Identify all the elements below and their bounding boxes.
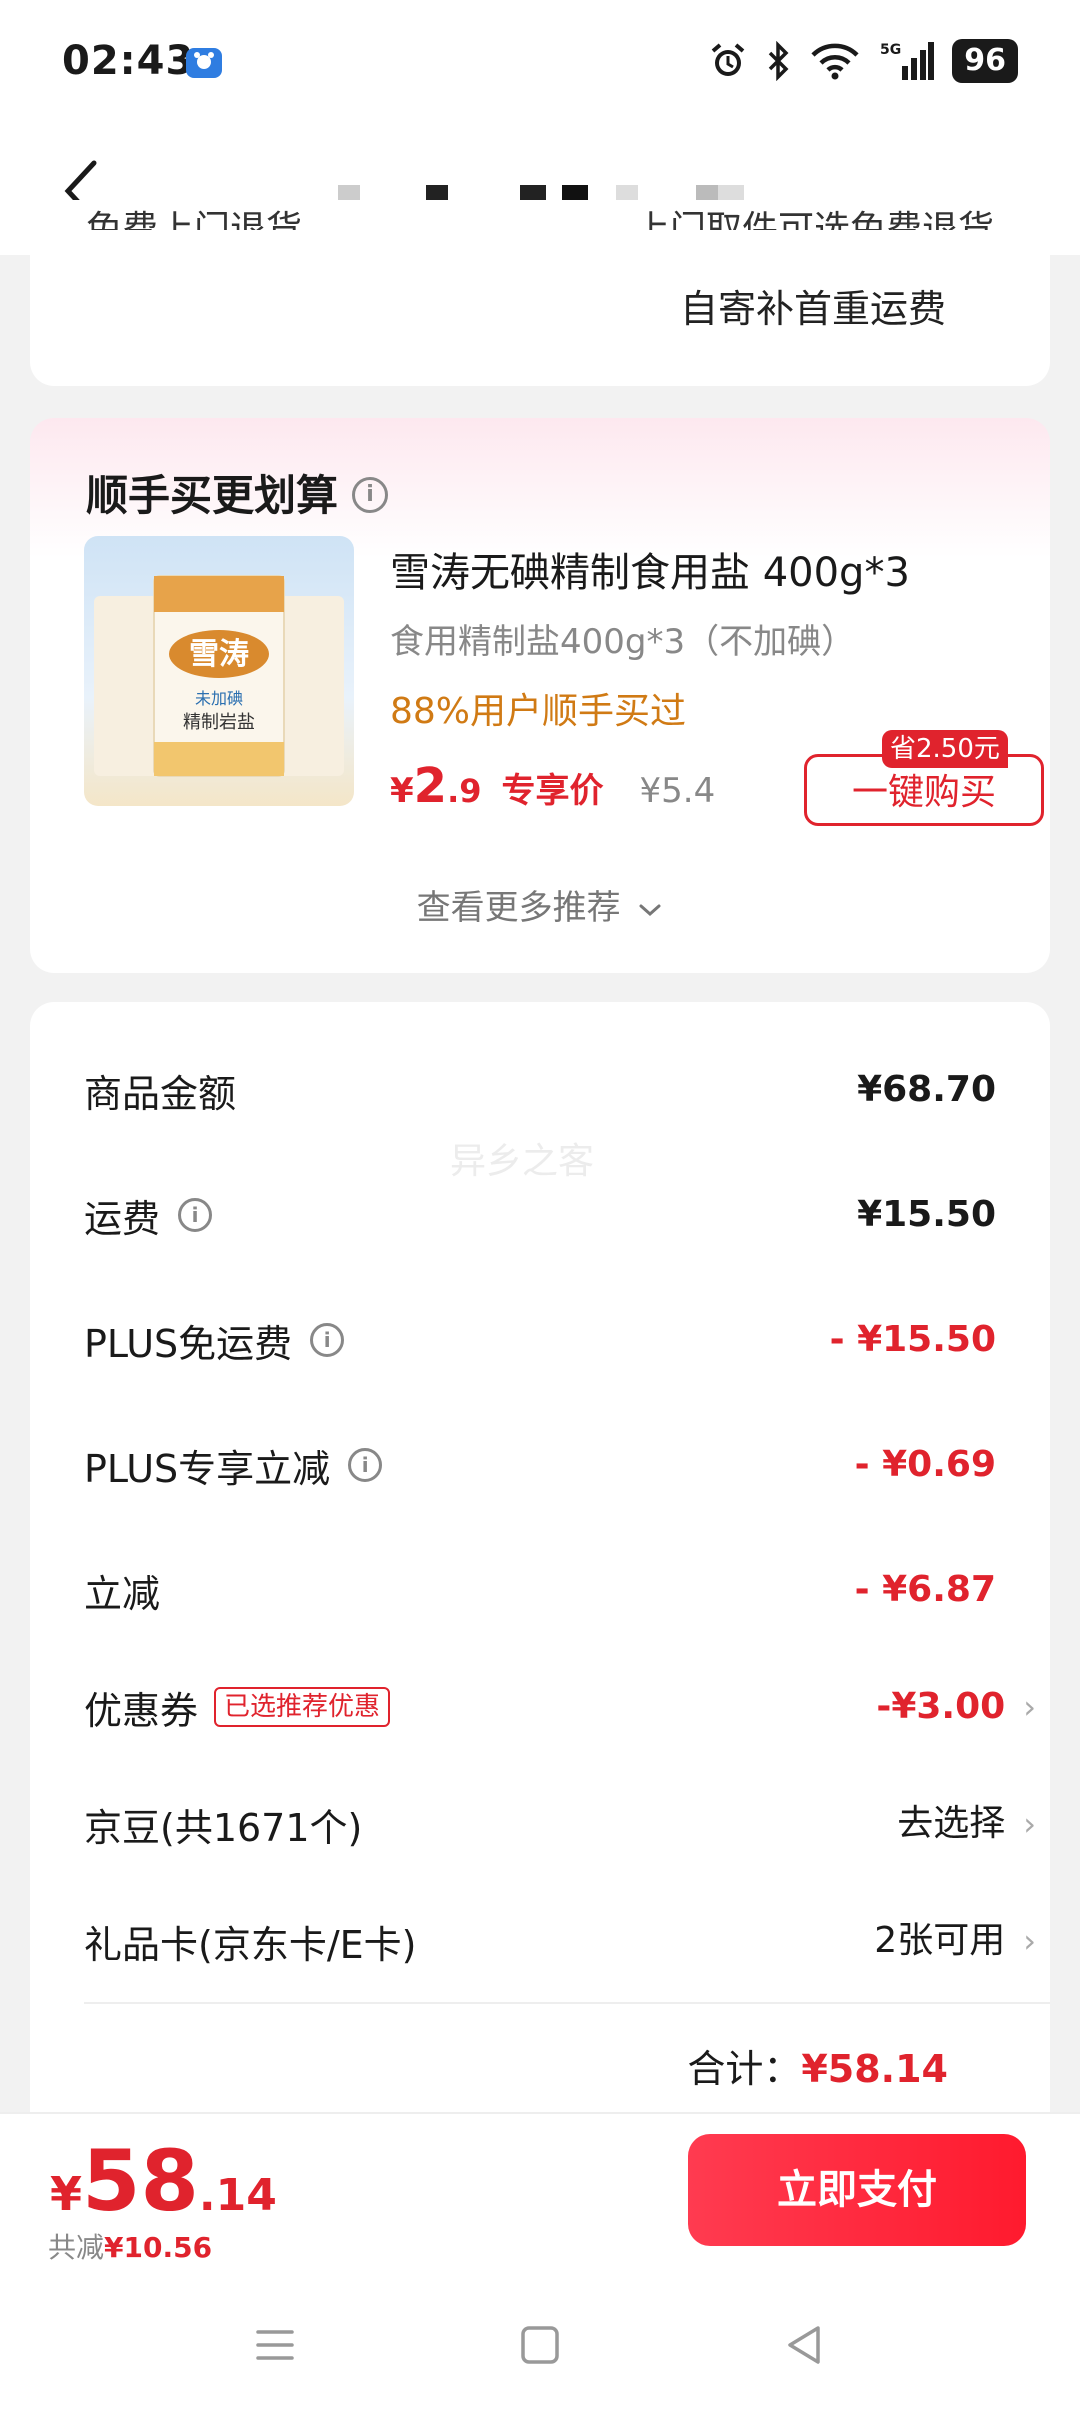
row-value: ¥15.50 [857,1194,996,1235]
watermark: 异乡之客 [450,1141,595,1182]
savings-value: ¥10.56 [104,2231,213,2264]
salt-package-illustration: 雪涛 未加碘 精制岩盐 [94,575,344,777]
row-instant-discount: 立减 - ¥6.87 [84,1560,996,1620]
row-label: 礼品卡(京东卡/E卡) [84,1922,417,1967]
row-label: 立减 [84,1571,161,1616]
row-value: 去选择 [897,1803,1006,1844]
back-icon[interactable] [780,2320,830,2370]
row-plus-discount: PLUS专享立减 i - ¥0.69 [84,1435,996,1495]
row-value: 2张可用 [874,1920,1006,1961]
chevron-right-icon: › [1023,1922,1036,1960]
save-badge: 省2.50元 [882,730,1008,768]
row-gift-card[interactable]: 礼品卡(京东卡/E卡) 2张可用 › [84,1911,1036,1971]
recommend-title: 顺手买更划算 i [86,462,389,523]
checkout-bar: ¥ 58 .14 共减¥10.56 立即支付 [0,2112,1080,2284]
system-navigation-bar [0,2282,1080,2412]
price-decimal: .9 [447,772,482,810]
row-coupon[interactable]: 优惠券 已选推荐优惠 -¥3.00 › [84,1677,1036,1737]
coupon-selected-tag: 已选推荐优惠 [214,1687,391,1727]
price-integer: 2 [413,758,448,814]
row-value: - ¥15.50 [829,1319,996,1360]
row-label-wrap: PLUS专享立减 i [84,1435,383,1495]
pay-integer: 58 [82,2132,199,2230]
row-label: 运费 [84,1196,161,1241]
svg-text:5G: 5G [880,42,901,58]
svg-text:雪涛: 雪涛 [189,637,249,672]
pay-now-button[interactable]: 立即支付 [688,2134,1026,2246]
row-goods-amount: 商品金额 ¥68.70 [84,1060,996,1120]
row-jingdou[interactable]: 京豆(共1671个) 去选择 › [84,1794,1036,1854]
shipping-card: 免费上门退货 上门取件可选免费退货 自寄补首重运费 [30,200,1050,386]
svg-text:未加碘: 未加碘 [195,689,243,708]
row-value: -¥3.00 [876,1686,1006,1727]
price-currency: ¥ [390,771,414,811]
chevron-right-icon: › [1023,1688,1036,1726]
row-label: PLUS专享立减 [84,1446,331,1491]
row-value-wrap: 去选择 › [897,1794,1036,1854]
svg-text:精制岩盐: 精制岩盐 [183,712,255,733]
more-recommendations-label: 查看更多推荐 [416,888,621,928]
row-label: 商品金额 [84,1071,237,1116]
info-icon[interactable]: i [178,1198,213,1232]
row-label: 优惠券 [84,1688,199,1733]
total-savings: 共减¥10.56 [48,2226,212,2266]
more-recommendations-link[interactable]: 查看更多推荐 [30,880,1050,929]
row-label: 京豆(共1671个) [84,1805,363,1850]
product-popularity-hint: 88%用户顺手买过 [390,691,687,732]
order-summary-card: 异乡之客 商品金额 ¥68.70 运费 i ¥15.50 PLUS免运费 i -… [30,1002,1050,2162]
home-icon[interactable] [515,2320,565,2370]
row-label: PLUS免运费 [84,1321,293,1366]
product-name[interactable]: 雪涛无碘精制食用盐 400g*3 [390,540,910,598]
bluetooth-icon [769,41,789,81]
total-row: 合计：¥58.14 [687,2038,948,2093]
row-value: - ¥0.69 [854,1444,996,1485]
row-value-wrap: 2张可用 › [874,1911,1036,1971]
info-icon[interactable]: i [352,476,389,513]
status-time: 02:43 [62,38,195,84]
chevron-right-icon: › [1023,1805,1036,1843]
recommend-card: 顺手买更划算 i 雪涛 未加碘 精制岩盐 雪涛无碘精制食用盐 400g*3 食用精… [30,418,1050,973]
divider [84,2002,1050,2004]
return-service-desc: 上门取件可选免费退货 [634,209,994,230]
app-notification-icon [186,48,222,78]
return-service-label: 免费上门退货 [86,209,303,230]
status-bar: 02:43 5G 96 [0,0,1080,125]
product-image[interactable]: 雪涛 未加碘 精制岩盐 [84,536,354,806]
row-value: ¥68.70 [857,1069,996,1110]
row-value: - ¥6.87 [854,1569,996,1610]
pay-total: ¥ 58 .14 [50,2132,277,2230]
info-icon[interactable]: i [348,1448,383,1482]
status-icons: 5G 96 [708,36,1018,86]
product-price: ¥ 2 .9 专享价 ¥5.4 [390,758,715,818]
row-label-wrap: PLUS免运费 i [84,1310,345,1370]
battery-indicator: 96 [952,39,1018,83]
original-price: ¥5.4 [639,771,716,811]
row-plus-free-shipping: PLUS免运费 i - ¥15.50 [84,1310,996,1370]
signal-5g-icon: 5G [880,42,935,80]
exclusive-price-label: 专享价 [501,771,604,811]
pay-decimal: .14 [198,2170,277,2221]
menu-icon[interactable] [250,2320,300,2370]
total-value: ¥58.14 [801,2047,948,2091]
row-label-wrap: 优惠券 已选推荐优惠 [84,1677,391,1737]
row-label-wrap: 运费 i [84,1185,213,1245]
wifi-icon [811,43,859,80]
recommend-title-text: 顺手买更划算 [86,471,339,520]
savings-label: 共减 [48,2231,105,2264]
info-icon[interactable]: i [310,1323,345,1357]
pay-currency: ¥ [50,2167,83,2221]
alarm-icon [711,43,745,76]
total-label: 合计： [687,2047,802,2091]
chevron-down-icon [639,904,661,916]
product-spec: 食用精制盐400g*3（不加碘） [390,622,856,662]
row-shipping-fee: 运费 i ¥15.50 [84,1185,996,1245]
row-value-wrap: -¥3.00 › [876,1677,1036,1737]
shipping-note: 自寄补首重运费 [679,287,946,331]
